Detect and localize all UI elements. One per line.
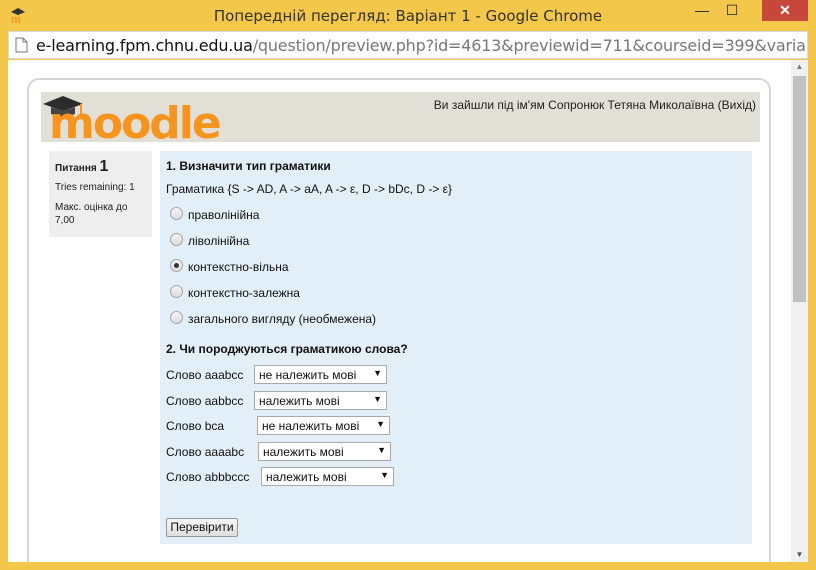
url-text[interactable]: e-learning.fpm.chnu.edu.ua/question/prev… bbox=[36, 36, 806, 55]
question-content: 1. Визначити тип граматики Граматика {S … bbox=[160, 151, 752, 544]
maximize-button[interactable]: ☐ bbox=[718, 0, 746, 21]
word-label: Слово aabbcc bbox=[166, 394, 244, 408]
word-label: Слово aaaabc bbox=[166, 445, 245, 459]
address-bar[interactable]: e-learning.fpm.chnu.edu.ua/question/prev… bbox=[8, 31, 808, 59]
word-select[interactable]: належить мові ▼ bbox=[261, 467, 394, 486]
page-container: moodle Ви зайшли під ім'ям Сопронюк Тетя… bbox=[27, 78, 771, 562]
select-value: не належить мові bbox=[262, 419, 360, 433]
scroll-thumb[interactable] bbox=[793, 76, 806, 302]
check-button[interactable]: Перевірити bbox=[166, 518, 238, 537]
word-label: Слово aaabcc bbox=[166, 368, 244, 382]
question-info: Питання 1 Tries remaining: 1 Макс. оцінк… bbox=[49, 151, 152, 237]
page-viewport: moodle Ви зайшли під ім'ям Сопронюк Тетя… bbox=[8, 60, 808, 562]
option-radio[interactable] bbox=[170, 311, 183, 324]
word-select[interactable]: належить мові ▼ bbox=[254, 391, 387, 410]
page-icon bbox=[15, 37, 28, 53]
option-radio-selected[interactable] bbox=[170, 259, 183, 272]
q1-grammar-text: Граматика {S -> AD, A -> aA, A -> ε, D -… bbox=[166, 182, 453, 196]
moodle-logo[interactable]: moodle bbox=[41, 92, 241, 149]
tries-remaining: Tries remaining: 1 bbox=[55, 182, 135, 193]
word-label: Слово abbbccc bbox=[166, 470, 250, 484]
dropdown-arrow-icon: ▼ bbox=[373, 394, 382, 404]
option-radio[interactable] bbox=[170, 207, 183, 220]
dropdown-arrow-icon: ▼ bbox=[376, 419, 385, 429]
option-label: контекстно-залежна bbox=[188, 286, 300, 300]
max-grade: Макс. оцінка до 7,00 bbox=[55, 202, 128, 226]
dropdown-arrow-icon: ▼ bbox=[380, 470, 389, 480]
dropdown-arrow-icon: ▼ bbox=[373, 368, 382, 378]
option-label: контекстно-вільна bbox=[188, 260, 289, 274]
option-label: ліволінійна bbox=[188, 234, 250, 248]
scroll-down-arrow-icon[interactable]: ▼ bbox=[791, 548, 808, 562]
close-button[interactable]: ✕ bbox=[762, 0, 808, 21]
login-info[interactable]: Ви зайшли під ім'ям Сопронюк Тетяна Мико… bbox=[434, 98, 756, 112]
option-label: загального вигляду (необмежена) bbox=[188, 312, 377, 326]
vertical-scrollbar[interactable]: ▲ ▼ bbox=[791, 60, 808, 562]
option-radio[interactable] bbox=[170, 233, 183, 246]
word-select[interactable]: не належить мові ▼ bbox=[257, 416, 390, 435]
word-select[interactable]: належить мові ▼ bbox=[258, 442, 391, 461]
url-host: e-learning.fpm.chnu.edu.ua bbox=[36, 36, 253, 55]
dropdown-arrow-icon: ▼ bbox=[377, 445, 386, 455]
select-value: належить мові bbox=[263, 445, 344, 459]
svg-text:moodle: moodle bbox=[49, 98, 220, 142]
site-header: moodle Ви зайшли під ім'ям Сопронюк Тетя… bbox=[41, 92, 760, 149]
scroll-up-arrow-icon[interactable]: ▲ bbox=[791, 60, 808, 74]
select-value: належить мові bbox=[259, 394, 340, 408]
word-label: Слово bca bbox=[166, 419, 225, 433]
select-value: не належить мові bbox=[259, 368, 357, 382]
url-path: /question/preview.php?id=4613&previewid=… bbox=[252, 36, 806, 55]
question-label: Питання bbox=[55, 163, 97, 174]
option-radio[interactable] bbox=[170, 285, 183, 298]
title-bar[interactable]: m Попередній перегляд: Варіант 1 - Googl… bbox=[0, 0, 816, 30]
word-select[interactable]: не належить мові ▼ bbox=[254, 365, 387, 384]
browser-window: m Попередній перегляд: Варіант 1 - Googl… bbox=[0, 0, 816, 570]
minimize-button[interactable]: — bbox=[688, 0, 716, 21]
select-value: належить мові bbox=[266, 470, 347, 484]
question-number-value: 1 bbox=[99, 158, 109, 175]
question-number: Питання 1 bbox=[55, 158, 146, 176]
q1-title: 1. Визначити тип граматики bbox=[166, 159, 331, 173]
q2-title: 2. Чи породжуються граматикою слова? bbox=[166, 342, 408, 356]
option-label: праволінійна bbox=[188, 208, 260, 222]
